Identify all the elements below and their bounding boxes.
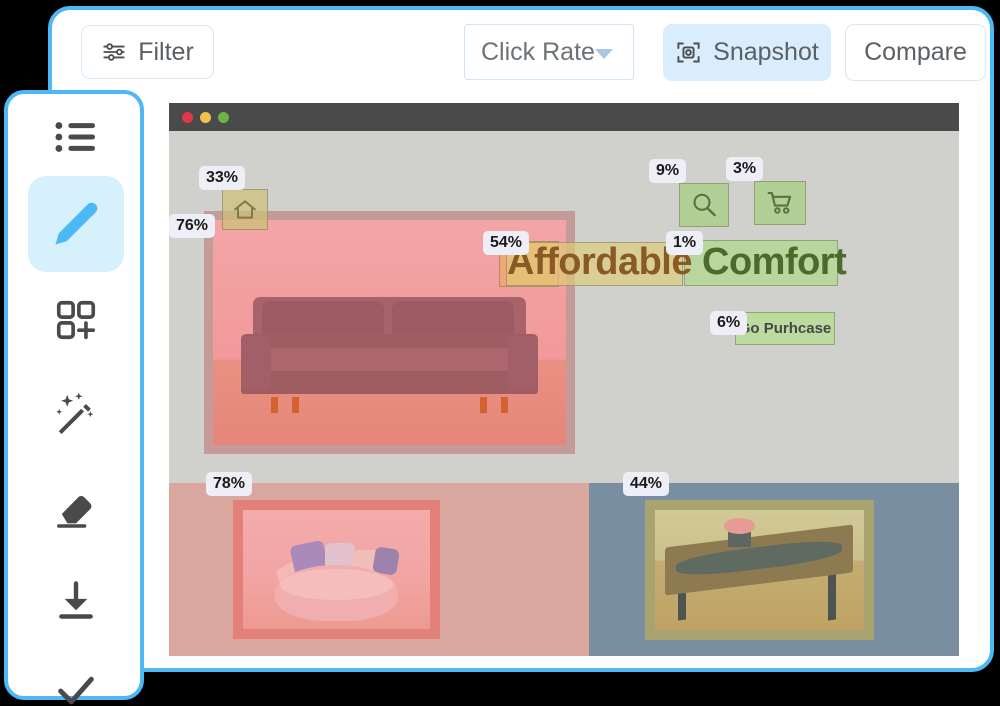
metric-select[interactable]: Click Rate [464, 24, 634, 80]
compare-label: Compare [864, 38, 967, 66]
heatmap-canvas[interactable]: Affordable Comfort Go Purhcase 33% 76% 9… [169, 103, 959, 656]
tool-list[interactable] [28, 89, 124, 185]
window-maximize-dot[interactable] [218, 112, 229, 123]
filter-button[interactable]: Filter [81, 25, 214, 79]
wood-table-thumbnail[interactable] [645, 500, 874, 640]
round-sofa-photo [243, 510, 430, 629]
metric-value: Click Rate [481, 37, 595, 66]
chevron-down-icon [595, 49, 613, 59]
tool-check[interactable] [28, 642, 124, 706]
snapshot-button[interactable]: Snapshot [663, 24, 831, 81]
hotspot-value-thumb-right: 44% [623, 472, 670, 496]
app-window: Filter Click Rate Snapshot Compare Affor… [48, 6, 994, 672]
tool-add-grid[interactable] [28, 272, 124, 368]
tool-pencil[interactable] [28, 176, 124, 272]
headline-word1: Affordable [507, 241, 693, 283]
tool-palette [4, 89, 144, 705]
add-grid-icon [56, 300, 96, 340]
window-minimize-dot[interactable] [200, 112, 211, 123]
hotspot-value-cta: 6% [710, 311, 748, 335]
compare-button[interactable]: Compare [845, 24, 986, 81]
tool-download[interactable] [28, 552, 124, 648]
browser-titlebar [169, 103, 959, 131]
hotspot-value-headline1: 54% [483, 231, 530, 255]
magic-wand-icon [56, 392, 94, 434]
home-icon-hotspot[interactable] [222, 189, 268, 230]
cta-label: Go Purhcase [738, 320, 832, 337]
hotspot-value-headline2: 1% [666, 231, 704, 255]
page-preview: Affordable Comfort Go Purhcase 33% 76% 9… [169, 131, 959, 656]
snapshot-icon [677, 42, 700, 63]
snapshot-label: Snapshot [713, 38, 819, 66]
hotspot-value-thumb-left: 78% [206, 472, 253, 496]
pencil-icon [55, 202, 98, 245]
hotspot-value-cart: 3% [726, 157, 764, 181]
search-icon-hotspot[interactable] [679, 183, 729, 227]
round-sofa-thumbnail[interactable] [233, 500, 440, 639]
home-icon [234, 199, 256, 219]
cart-icon-hotspot[interactable] [754, 181, 806, 225]
hotspot-value-logo: 33% [199, 166, 246, 190]
wood-table-photo [655, 510, 864, 630]
hotspot-value-search: 9% [649, 159, 687, 183]
search-icon [693, 193, 716, 217]
tool-magic-wand[interactable] [28, 366, 124, 462]
screen: Filter Click Rate Snapshot Compare Affor… [0, 0, 1000, 706]
eraser-icon [57, 496, 92, 528]
tool-eraser[interactable] [28, 460, 124, 556]
sofa-illustration [241, 296, 538, 414]
window-close-dot[interactable] [182, 112, 193, 123]
list-icon [55, 122, 95, 152]
panel-bottom-right [589, 483, 959, 656]
panel-bottom-left [169, 483, 589, 656]
filter-label: Filter [138, 37, 194, 66]
toolbar: Filter Click Rate Snapshot Compare [52, 10, 990, 88]
download-icon [59, 581, 93, 619]
cta-button-hotspot[interactable]: Go Purhcase [735, 312, 835, 345]
check-icon [58, 676, 94, 705]
hotspot-value-hero: 76% [169, 214, 216, 238]
sliders-icon [103, 43, 125, 61]
cart-icon [767, 191, 791, 214]
headline-word2: Comfort [702, 241, 847, 283]
